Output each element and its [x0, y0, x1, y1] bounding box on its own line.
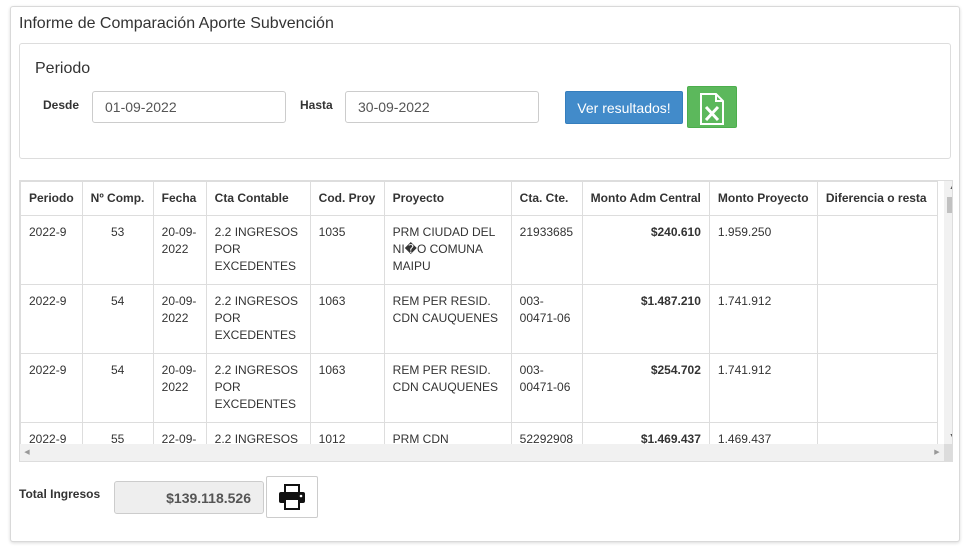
col-header-periodo[interactable]: Periodo: [20, 181, 83, 216]
report-panel: Informe de Comparación Aporte Subvención…: [10, 6, 960, 542]
cell-monto-proyecto: 1.741.912: [708, 353, 818, 423]
cell-diferencia: [816, 284, 938, 354]
col-header-num-comp[interactable]: Nº Comp.: [81, 181, 154, 216]
scrollbar-corner: [944, 444, 952, 461]
col-header-monto-proyecto[interactable]: Monto Proyecto: [708, 181, 818, 216]
hasta-date-input[interactable]: [345, 91, 539, 123]
vertical-scroll-thumb[interactable]: [947, 197, 952, 213]
print-button[interactable]: [266, 476, 318, 518]
cell-monto-adm-central: $1.487.210: [581, 284, 710, 354]
horizontal-scrollbar[interactable]: ◀ ▶: [20, 444, 944, 461]
cell-cod-proy: 1035: [309, 215, 385, 285]
desde-label: Desde: [43, 98, 80, 112]
cell-cta-cte: 003-00471-06: [510, 284, 583, 354]
scroll-down-arrow-icon[interactable]: ▼: [944, 430, 952, 444]
cell-cta-cte: 21933685: [510, 215, 583, 285]
cell-fecha: 20-09-2022: [152, 353, 207, 423]
cell-cod-proy: 1063: [309, 284, 385, 354]
results-table: Periodo Nº Comp. Fecha Cta Contable Cod.…: [20, 181, 938, 461]
cell-periodo: 2022-9: [20, 215, 83, 285]
vertical-scrollbar[interactable]: ▲ ▼: [944, 181, 952, 444]
table-header-row: Periodo Nº Comp. Fecha Cta Contable Cod.…: [20, 181, 938, 216]
cell-cta-contable: 2.2 INGRESOS POR EXCEDENTES: [205, 215, 311, 285]
cell-proyecto: REM PER RESID. CDN CAUQUENES: [383, 353, 512, 423]
page-title: Informe de Comparación Aporte Subvención: [19, 15, 334, 32]
col-header-cod-proy[interactable]: Cod. Proy: [309, 181, 385, 216]
cell-fecha: 20-09-2022: [152, 215, 207, 285]
col-header-diferencia[interactable]: Diferencia o resta: [816, 181, 938, 216]
ver-resultados-button[interactable]: Ver resultados!: [565, 91, 683, 124]
hasta-label: Hasta: [300, 98, 333, 112]
scroll-up-arrow-icon[interactable]: ▲: [944, 181, 952, 195]
cell-periodo: 2022-9: [20, 284, 83, 354]
table-row: 2022-9 53 20-09-2022 2.2 INGRESOS POR EX…: [20, 215, 938, 285]
cell-monto-adm-central: $254.702: [581, 353, 710, 423]
cell-num-comp: 54: [81, 353, 154, 423]
periodo-section: Periodo Desde Hasta Ver resultados!: [19, 43, 951, 159]
cell-periodo: 2022-9: [20, 353, 83, 423]
cell-cta-contable: 2.2 INGRESOS POR EXCEDENTES: [205, 284, 311, 354]
cell-monto-proyecto: 1.959.250: [708, 215, 818, 285]
cell-num-comp: 54: [81, 284, 154, 354]
col-header-cta-contable[interactable]: Cta Contable: [205, 181, 311, 216]
col-header-monto-adm-central[interactable]: Monto Adm Central: [581, 181, 710, 216]
desde-date-input[interactable]: [92, 91, 286, 123]
cell-num-comp: 53: [81, 215, 154, 285]
cell-fecha: 20-09-2022: [152, 284, 207, 354]
cell-monto-proyecto: 1.741.912: [708, 284, 818, 354]
cell-diferencia: [816, 353, 938, 423]
cell-proyecto: REM PER RESID. CDN CAUQUENES: [383, 284, 512, 354]
cell-monto-adm-central: $240.610: [581, 215, 710, 285]
cell-cta-cte: 003-00471-06: [510, 353, 583, 423]
cell-proyecto: PRM CIUDAD DEL NI�O COMUNA MAIPU: [383, 215, 512, 285]
cell-diferencia: [816, 215, 938, 285]
col-header-proyecto[interactable]: Proyecto: [383, 181, 512, 216]
results-table-container[interactable]: Periodo Nº Comp. Fecha Cta Contable Cod.…: [19, 180, 953, 462]
table-row: 2022-9 54 20-09-2022 2.2 INGRESOS POR EX…: [20, 353, 938, 423]
col-header-cta-cte[interactable]: Cta. Cte.: [510, 181, 583, 216]
excel-file-icon: [700, 93, 724, 125]
periodo-title: Periodo: [35, 60, 91, 77]
printer-icon: [279, 484, 305, 510]
table-row: 2022-9 54 20-09-2022 2.2 INGRESOS POR EX…: [20, 284, 938, 354]
col-header-fecha[interactable]: Fecha: [152, 181, 207, 216]
scroll-right-arrow-icon[interactable]: ▶: [930, 444, 944, 461]
total-ingresos-label: Total Ingresos: [19, 487, 101, 501]
export-excel-button[interactable]: [687, 86, 737, 128]
total-ingresos-field: $139.118.526: [114, 481, 264, 514]
cell-cta-contable: 2.2 INGRESOS POR EXCEDENTES: [205, 353, 311, 423]
scroll-left-arrow-icon[interactable]: ◀: [20, 444, 34, 461]
cell-cod-proy: 1063: [309, 353, 385, 423]
